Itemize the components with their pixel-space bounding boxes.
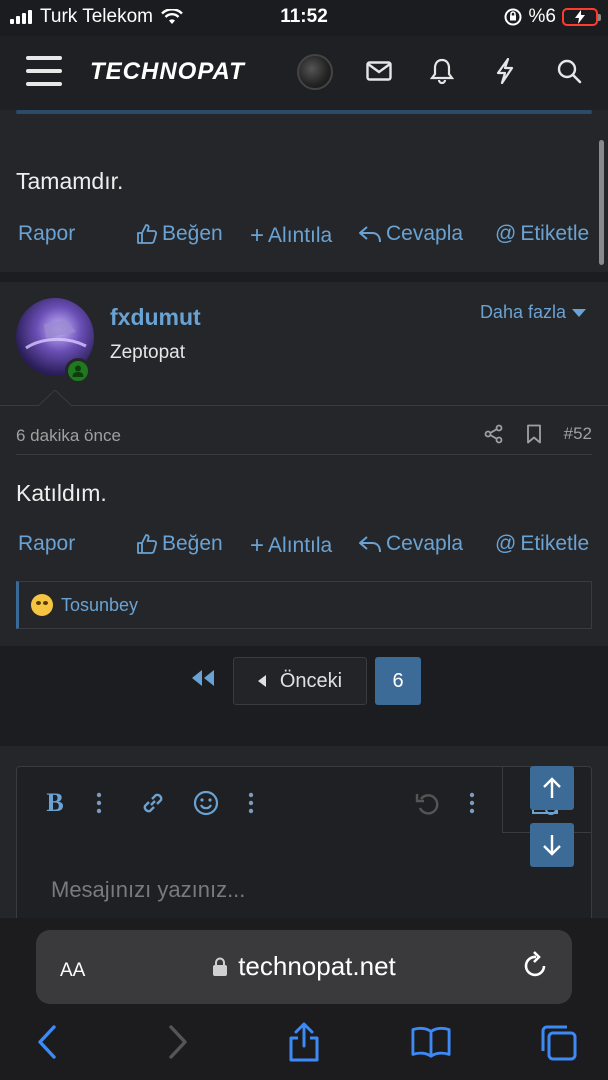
first-page-icon[interactable] bbox=[190, 668, 216, 694]
prev-page-label: Önceki bbox=[279, 669, 343, 692]
post-text: Tamamdır. bbox=[16, 168, 124, 194]
laughing-emoji-icon bbox=[31, 594, 53, 616]
forward-icon[interactable] bbox=[158, 1022, 198, 1062]
status-bar: Turk Telekom 11:52 %6 bbox=[0, 0, 608, 36]
bookmark-icon[interactable] bbox=[526, 424, 542, 444]
bolt-icon[interactable] bbox=[490, 56, 520, 86]
battery-percent: %6 bbox=[528, 6, 556, 27]
more-options-icon[interactable] bbox=[235, 787, 267, 819]
orientation-lock-icon bbox=[504, 8, 522, 26]
post-actions: Rapor Beğen + Alıntıla Cevapla @ Etiketl… bbox=[0, 220, 608, 250]
mention-label: Etiketle bbox=[520, 222, 590, 245]
post-number[interactable]: #52 bbox=[564, 424, 592, 444]
mention-button[interactable]: @ Etiketle bbox=[495, 222, 589, 246]
user-info-divider bbox=[0, 405, 608, 406]
report-link[interactable]: Rapor bbox=[18, 222, 75, 246]
status-right: %6 bbox=[503, 6, 601, 28]
online-status-icon bbox=[65, 358, 91, 384]
plus-icon: + bbox=[250, 532, 265, 559]
prev-page-button[interactable]: Önceki bbox=[233, 657, 367, 705]
thumbs-up-icon bbox=[137, 534, 158, 554]
reply-label: Cevapla bbox=[386, 222, 464, 245]
bell-icon[interactable] bbox=[427, 56, 457, 86]
reply-button[interactable]: Cevapla bbox=[358, 532, 463, 556]
report-link[interactable]: Rapor bbox=[18, 532, 75, 556]
site-header: TECHNOPAT bbox=[0, 36, 608, 110]
reload-icon[interactable] bbox=[522, 950, 550, 985]
menu-icon[interactable] bbox=[26, 56, 62, 86]
thumbs-up-icon bbox=[137, 224, 158, 244]
url-text: technopat.net bbox=[238, 951, 396, 981]
caret-left-icon bbox=[257, 675, 266, 687]
post-separator bbox=[0, 272, 608, 282]
post-time[interactable]: 6 dakika önce bbox=[16, 426, 121, 446]
like-button[interactable]: Beğen bbox=[136, 532, 223, 556]
tabs-icon[interactable] bbox=[538, 1022, 578, 1062]
bold-button[interactable]: B bbox=[39, 787, 71, 819]
reactions-bar[interactable]: Tosunbey bbox=[16, 581, 592, 629]
arrow-up-icon bbox=[543, 777, 561, 798]
search-icon[interactable] bbox=[554, 56, 584, 86]
browser-toolbar: AA technopat.net bbox=[0, 918, 608, 1080]
more-menu[interactable]: Daha fazla bbox=[480, 302, 586, 323]
mention-button[interactable]: @ Etiketle bbox=[495, 532, 589, 556]
bookmarks-icon[interactable] bbox=[411, 1022, 451, 1062]
reaction-user[interactable]: Tosunbey bbox=[61, 595, 138, 616]
reply-icon bbox=[359, 226, 381, 243]
post-text: Katıldım. bbox=[16, 480, 107, 506]
share-icon[interactable] bbox=[284, 1022, 324, 1062]
reply-button[interactable]: Cevapla bbox=[358, 222, 463, 246]
report-label: Rapor bbox=[18, 532, 76, 555]
reply-label: Cevapla bbox=[386, 532, 464, 555]
reply-editor-area: B Mesajınızı yazınız... bbox=[0, 746, 608, 936]
scroll-up-button[interactable] bbox=[530, 766, 574, 810]
post-meta-tools: #52 bbox=[484, 424, 592, 444]
address-bar[interactable]: AA technopat.net bbox=[36, 930, 572, 1004]
like-label: Beğen bbox=[162, 532, 223, 555]
more-options-icon[interactable] bbox=[83, 787, 115, 819]
reply-editor[interactable]: B Mesajınızı yazınız... bbox=[16, 766, 592, 936]
pointer-arrow bbox=[38, 390, 72, 407]
arrow-down-icon bbox=[543, 835, 561, 856]
quote-button[interactable]: + Alıntıla bbox=[250, 532, 332, 560]
url-display[interactable]: technopat.net bbox=[36, 951, 572, 982]
at-icon: @ bbox=[495, 222, 517, 245]
lock-icon bbox=[213, 957, 228, 976]
avatar[interactable] bbox=[297, 54, 333, 90]
share-icon[interactable] bbox=[484, 424, 504, 444]
undo-icon[interactable] bbox=[411, 787, 443, 819]
post-actions: Rapor Beğen + Alıntıla Cevapla @ Etiketl… bbox=[0, 530, 608, 560]
pagination: Önceki 6 bbox=[0, 646, 608, 746]
post-previous: Tamamdır. Rapor Beğen + Alıntıla Cevapla… bbox=[0, 110, 608, 272]
scroll-down-button[interactable] bbox=[530, 823, 574, 867]
user-title: Zeptopat bbox=[110, 342, 185, 363]
reply-icon bbox=[359, 536, 381, 553]
more-label: Daha fazla bbox=[479, 302, 566, 322]
back-icon[interactable] bbox=[27, 1022, 67, 1062]
link-icon[interactable] bbox=[137, 787, 169, 819]
page-scrollbar[interactable] bbox=[599, 140, 604, 265]
message-input[interactable]: Mesajınızı yazınız... bbox=[51, 877, 245, 903]
at-icon: @ bbox=[495, 532, 517, 555]
like-button[interactable]: Beğen bbox=[136, 222, 223, 246]
more-options-icon[interactable] bbox=[456, 787, 488, 819]
plus-icon: + bbox=[250, 222, 265, 249]
quote-label: Alıntıla bbox=[268, 534, 333, 557]
meta-divider bbox=[16, 454, 592, 455]
username-link[interactable]: fxdumut bbox=[110, 304, 201, 331]
current-page-button[interactable]: 6 bbox=[375, 657, 421, 705]
like-label: Beğen bbox=[162, 222, 223, 245]
post-top-border bbox=[16, 110, 592, 114]
quote-label: Alıntıla bbox=[268, 224, 333, 247]
site-logo[interactable]: TECHNOPAT bbox=[90, 58, 245, 86]
mention-label: Etiketle bbox=[520, 532, 590, 555]
quote-button[interactable]: + Alıntıla bbox=[250, 222, 332, 250]
report-label: Rapor bbox=[18, 222, 76, 245]
mail-icon[interactable] bbox=[364, 56, 394, 86]
caret-down-icon bbox=[572, 308, 586, 317]
emoji-icon[interactable] bbox=[190, 787, 222, 819]
battery-icon bbox=[562, 8, 601, 26]
